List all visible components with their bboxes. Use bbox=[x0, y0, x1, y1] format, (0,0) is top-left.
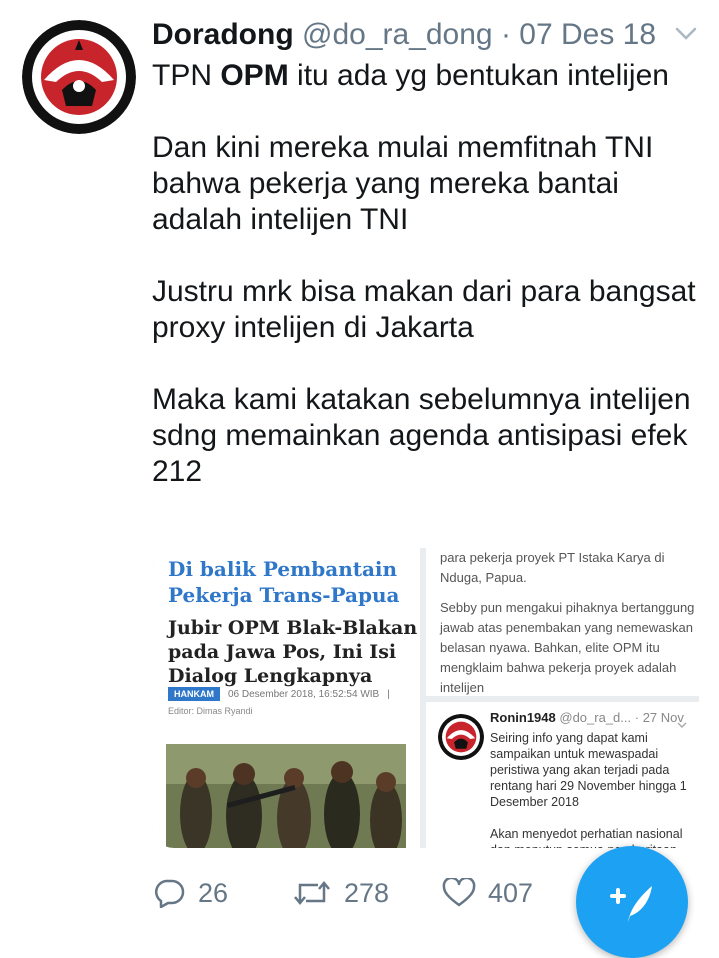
reply-button[interactable]: 26 bbox=[152, 878, 292, 909]
tweet-line-1: TPN OPM itu ada yg bentukan intelijen bbox=[152, 58, 712, 94]
quoted-paragraph: Seiring info yang dapat kami sampaikan u… bbox=[490, 731, 687, 809]
user-handle[interactable]: @do_ra_dong bbox=[302, 18, 493, 51]
text-segment: itu ada yg bentukan intelijen bbox=[288, 59, 669, 92]
separator: · bbox=[500, 18, 511, 51]
tweet-paragraph-2: Dan kini mereka mulai memfitnah TNI bahw… bbox=[152, 131, 654, 236]
avatar[interactable] bbox=[22, 20, 136, 134]
reply-count: 26 bbox=[198, 877, 229, 908]
like-button[interactable]: 407 bbox=[442, 878, 533, 909]
excerpt-paragraph: para pekerja proyek PT Istaka Karya di N… bbox=[440, 550, 665, 585]
media-image[interactable]: Di balik Pembantain Pekerja Trans-Papua … bbox=[152, 548, 699, 848]
like-icon bbox=[442, 878, 476, 907]
tweet-paragraph-3: Justru mrk bisa makan dari para bangsat … bbox=[152, 275, 696, 344]
category-badge: HANKAM bbox=[168, 687, 220, 701]
quoted-tweet-header: Ronin1948 @do_ra_d... · 27 Nov bbox=[490, 710, 684, 725]
chevron-down-icon bbox=[677, 716, 687, 728]
text-segment: TPN bbox=[152, 59, 221, 92]
chevron-down-icon[interactable] bbox=[675, 26, 697, 42]
retweet-icon bbox=[294, 881, 330, 905]
article-excerpt: para pekerja proyek PT Istaka Karya di N… bbox=[426, 548, 699, 696]
reply-icon bbox=[154, 879, 185, 908]
quoted-tweet-screenshot: Ronin1948 @do_ra_d... · 27 Nov Seiring i… bbox=[426, 702, 699, 848]
compose-icon bbox=[610, 886, 652, 922]
excerpt-paragraph: Sebby pun mengakui pihaknya bertanggung … bbox=[440, 600, 695, 695]
display-name[interactable]: Doradong bbox=[152, 18, 294, 51]
article-headline: Jubir OPM Blak-Blakan pada Jawa Pos, Ini… bbox=[168, 617, 418, 687]
quoted-handle: @do_ra_d... bbox=[559, 710, 632, 725]
article-editor: Editor: Dimas Ryandi bbox=[168, 706, 253, 716]
retweet-button[interactable]: 278 bbox=[292, 878, 442, 909]
retweet-count: 278 bbox=[344, 877, 390, 908]
meta-separator: | bbox=[387, 688, 390, 700]
quoted-name: Ronin1948 bbox=[490, 710, 556, 725]
article-kicker: Di balik Pembantain Pekerja Trans-Papua bbox=[168, 557, 400, 607]
tweet-actions: 26 278 407 bbox=[152, 870, 572, 916]
tweet-text: TPN OPM itu ada yg bentukan intelijen Da… bbox=[152, 58, 712, 526]
ultras-garuda-logo bbox=[22, 20, 136, 134]
article-photo bbox=[166, 744, 406, 848]
bold-text: OPM bbox=[220, 59, 289, 92]
tweet-paragraph-4: Maka kami katakan sebelumnya intelijen s… bbox=[152, 383, 691, 488]
article-meta: HANKAM 06 Desember 2018, 16:52:54 WIB | bbox=[168, 686, 390, 702]
like-count: 407 bbox=[488, 877, 534, 908]
article-timestamp: 06 Desember 2018, 16:52:54 WIB bbox=[228, 688, 380, 700]
compose-button[interactable] bbox=[576, 846, 688, 958]
tweet-date[interactable]: 07 Des 18 bbox=[519, 18, 656, 51]
quoted-paragraph: Akan menyedot perhatian nasional dan men… bbox=[490, 827, 683, 848]
news-article-screenshot: Di balik Pembantain Pekerja Trans-Papua … bbox=[152, 548, 420, 848]
quoted-avatar bbox=[438, 714, 484, 760]
tweet-header: Doradong @do_ra_dong · 07 Des 18 bbox=[152, 14, 699, 56]
